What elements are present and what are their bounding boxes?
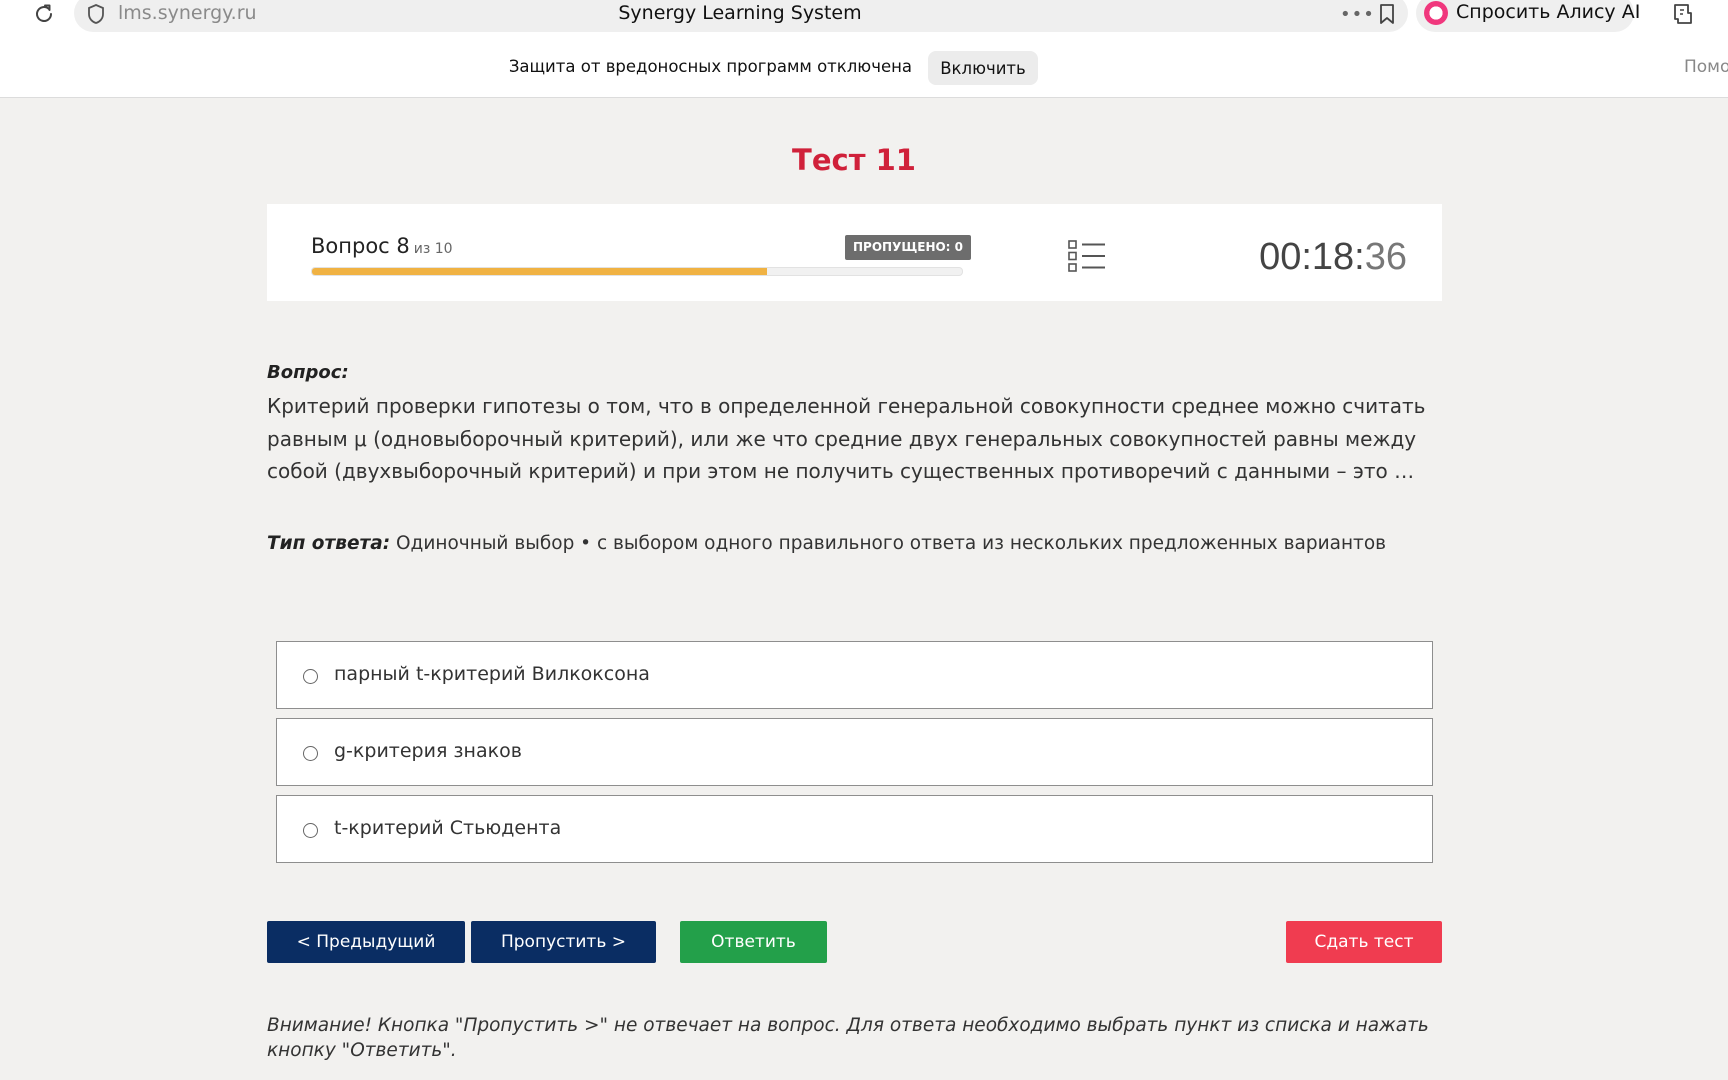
skip-button[interactable]: Пропустить >: [471, 921, 656, 963]
previous-button[interactable]: < Предыдущий: [267, 921, 465, 963]
progress-fill: [312, 268, 767, 275]
alice-button-label[interactable]: Спросить Алису AI: [1456, 1, 1640, 23]
help-link[interactable]: Помо: [1684, 57, 1728, 77]
progress-bar: [311, 267, 963, 276]
skip-warning-text: Внимание! Кнопка "Пропустить >" не отвеч…: [267, 1015, 1429, 1061]
answer-option-label[interactable]: t-критерий Стьюдента: [334, 817, 561, 839]
question-list-icon[interactable]: [1067, 239, 1107, 273]
bookmark-icon[interactable]: [1377, 2, 1397, 26]
answer-option-label[interactable]: парный t-критерий Вилкоксона: [334, 663, 650, 685]
url-text[interactable]: lms.synergy.ru: [118, 2, 257, 24]
submit-test-button[interactable]: Сдать тест: [1286, 921, 1442, 963]
browser-toolbar: lms.synergy.ru Synergy Learning System •…: [0, 0, 1728, 98]
test-title: Тест 11: [792, 143, 916, 177]
timer-main: 00:18:: [1259, 236, 1365, 278]
answer-option[interactable]: g-критерия знаков: [276, 718, 1433, 786]
answer-options: парный t-критерий Вилкоксона g-критерия …: [276, 641, 1433, 872]
timer-seconds: 36: [1364, 236, 1407, 278]
answer-option[interactable]: парный t-критерий Вилкоксона: [276, 641, 1433, 709]
skipped-badge: ПРОПУЩЕНО: 0: [845, 235, 972, 260]
question-total: из 10: [413, 241, 453, 257]
answer-type-value: Одиночный выбор • с выбором одного прави…: [396, 533, 1387, 554]
extensions-icon[interactable]: [1670, 1, 1696, 27]
answer-type-label: Тип ответа:: [267, 533, 391, 554]
reload-icon[interactable]: [32, 2, 56, 26]
question-text: Критерий проверки гипотезы о том, что в …: [267, 394, 1426, 483]
page-content: Тест 11 Вопрос 8 из 10 ПРОПУЩЕНО: 0 00:18…: [0, 99, 1728, 1080]
enable-protection-button[interactable]: Включить: [928, 51, 1038, 85]
page-title-tab: Synergy Learning System: [618, 2, 862, 24]
address-row: lms.synergy.ru Synergy Learning System •…: [0, 0, 1728, 32]
protection-warning-text: Защита от вредоносных программ отключена: [508, 57, 912, 76]
answer-button[interactable]: Ответить: [680, 921, 827, 963]
answer-option-label[interactable]: g-критерия знаков: [334, 740, 522, 762]
question-heading: Вопрос:: [267, 362, 349, 383]
shield-icon[interactable]: [86, 3, 106, 25]
radio-button[interactable]: [303, 823, 318, 838]
radio-button[interactable]: [303, 669, 318, 684]
answer-type: Тип ответа: Одиночный выбор • с выбором …: [267, 533, 1447, 554]
alice-icon[interactable]: [1424, 1, 1448, 25]
answer-option[interactable]: t-критерий Стьюдента: [276, 795, 1433, 863]
timer: 00:18:36: [1217, 236, 1407, 279]
question-number: Вопрос 8: [311, 234, 410, 258]
radio-button[interactable]: [303, 746, 318, 761]
question-counter: Вопрос 8 из 10: [311, 234, 453, 258]
progress-panel: Вопрос 8 из 10 ПРОПУЩЕНО: 0 00:18:36: [267, 204, 1442, 301]
more-icon[interactable]: •••: [1340, 4, 1374, 25]
